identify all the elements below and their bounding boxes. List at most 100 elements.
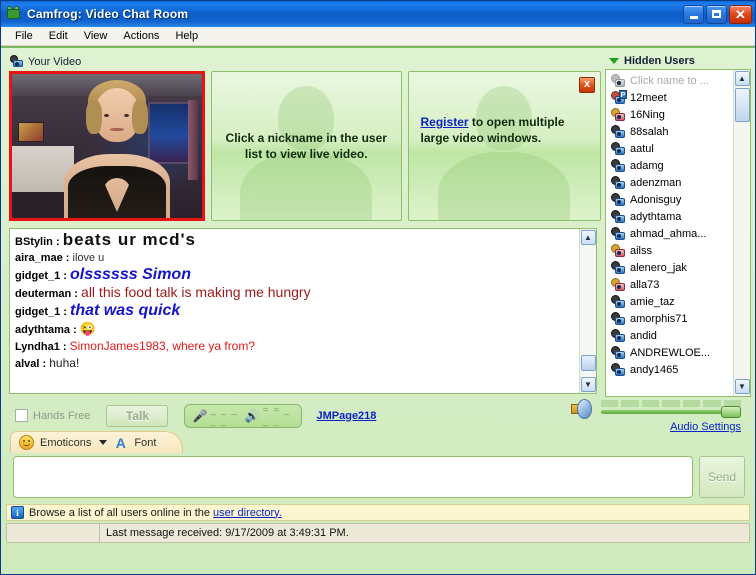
volume-speaker-icon[interactable] — [571, 398, 593, 419]
person-silhouette-icon-2 — [429, 86, 579, 220]
user-directory-link[interactable]: user directory. — [213, 507, 282, 519]
info-bar-text: Browse a list of all users online in the… — [29, 507, 282, 519]
user-gold-icon — [611, 107, 626, 122]
chevron-down-icon[interactable] — [99, 440, 108, 445]
audio-toolbar: Hands Free Talk 🎤 _ _ _ _ _ 🔊 = = _ _ _ … — [5, 397, 751, 433]
list-item[interactable]: P 12meet — [608, 89, 733, 106]
list-item[interactable]: ailss — [608, 242, 733, 259]
user-icon — [611, 345, 626, 360]
video-placeholder-1[interactable]: Click a nickname in the user list to vie… — [211, 71, 402, 221]
chat-nick[interactable]: BStylin — [15, 236, 53, 248]
maximize-button[interactable] — [706, 4, 727, 24]
client-area: Your Video Click a nickname in the user … — [1, 46, 755, 574]
my-video-label: Your Video — [28, 55, 82, 68]
video-placeholder-2-text: Register to open multiple large video wi… — [409, 114, 600, 146]
hands-free-checkbox[interactable]: Hands Free — [15, 409, 90, 422]
user-pro-icon: P — [611, 89, 627, 105]
user-gold-icon — [611, 277, 626, 292]
chat-log[interactable]: BStylin : beats ur mcd's aira_mae : ilov… — [10, 229, 579, 393]
chat-scroll-thumb[interactable] — [581, 355, 596, 371]
scroll-up-icon[interactable]: ▲ — [580, 230, 596, 245]
minimize-button[interactable] — [683, 4, 704, 24]
user-list-scroll-thumb[interactable] — [735, 88, 750, 122]
format-toolbar: Emoticons A Font — [5, 431, 751, 453]
chat-text: all this food talk is making me hungry — [81, 284, 311, 300]
list-item[interactable]: ahmad_ahma... — [608, 225, 733, 242]
smiley-icon[interactable] — [19, 435, 34, 450]
emoticons-label[interactable]: Emoticons — [40, 437, 91, 449]
font-a-icon[interactable]: A — [113, 436, 128, 450]
video-placeholder-2[interactable]: x Register to open multiple large video … — [407, 71, 601, 221]
list-item-label: alla73 — [630, 278, 660, 291]
font-label[interactable]: Font — [134, 437, 156, 449]
audio-meters: 🎤 _ _ _ _ _ 🔊 = = _ _ _ — [184, 403, 303, 428]
register-link[interactable]: Register — [421, 115, 469, 129]
volume-thumb[interactable] — [721, 405, 741, 418]
list-item[interactable]: Adonisguy — [608, 191, 733, 208]
hands-free-label: Hands Free — [33, 409, 91, 422]
volume-slider[interactable] — [601, 399, 741, 418]
list-item[interactable]: amorphis71 — [608, 310, 733, 327]
chat-nick[interactable]: adythtama — [15, 324, 70, 336]
list-item[interactable]: 16Ning — [608, 106, 733, 123]
scroll-down-icon[interactable]: ▼ — [734, 379, 750, 394]
chat-nick[interactable]: deuterman — [15, 288, 71, 300]
scroll-up-icon[interactable]: ▲ — [734, 71, 750, 86]
volume-track[interactable] — [601, 409, 735, 414]
list-item[interactable]: alenero_jak — [608, 259, 733, 276]
own-nickname-link[interactable]: JMPage218 — [316, 410, 376, 422]
list-item-label: andid — [630, 329, 657, 342]
hidden-users-header[interactable]: Hidden Users — [605, 52, 751, 69]
list-item[interactable]: ANDREWLOE... — [608, 344, 733, 361]
chat-nick[interactable]: Lyndha1 — [15, 341, 60, 353]
list-item-label: ahmad_ahma... — [630, 227, 707, 240]
talk-button[interactable]: Talk — [106, 404, 169, 427]
chevron-down-icon[interactable] — [609, 57, 619, 64]
list-item[interactable]: adamg — [608, 157, 733, 174]
menu-file[interactable]: File — [7, 28, 41, 44]
menu-view[interactable]: View — [76, 28, 116, 44]
user-list-scrollbar[interactable]: ▲ ▼ — [733, 70, 750, 396]
upper-region: Your Video Click a nickname in the user … — [5, 52, 751, 397]
chat-nick[interactable]: alval — [15, 358, 39, 370]
my-video-label-row: Your Video — [9, 54, 205, 69]
user-icon — [611, 294, 626, 309]
scroll-down-icon[interactable]: ▼ — [580, 377, 596, 392]
chat-message: gidget_1 : that was quick — [15, 302, 181, 319]
send-button[interactable]: Send — [699, 456, 745, 498]
list-item-label: Adonisguy — [630, 193, 682, 206]
chat-scrollbar[interactable]: ▲ ▼ — [579, 229, 596, 393]
my-video-feed[interactable] — [9, 71, 205, 221]
close-icon[interactable]: x — [579, 77, 595, 93]
volume-ticks — [601, 399, 741, 407]
message-input[interactable] — [13, 456, 693, 498]
chat-nick[interactable]: gidget_1 — [15, 270, 60, 282]
list-item-label: adenzman — [630, 176, 682, 189]
checkbox-icon[interactable] — [15, 409, 28, 422]
list-item[interactable]: andid — [608, 327, 733, 344]
list-item[interactable]: andy1465 — [608, 361, 733, 378]
list-item[interactable]: aatul — [608, 140, 733, 157]
list-item[interactable]: adenzman — [608, 174, 733, 191]
menu-actions[interactable]: Actions — [115, 28, 167, 44]
list-item[interactable]: adythtama — [608, 208, 733, 225]
chat-text: beats ur mcd's — [62, 230, 196, 249]
user-icon — [611, 311, 626, 326]
list-item[interactable]: alla73 — [608, 276, 733, 293]
list-item-label: adamg — [630, 159, 664, 172]
menubar: File Edit View Actions Help — [1, 27, 755, 46]
chat-text: that was quick — [70, 302, 181, 319]
list-item[interactable]: 88salah — [608, 123, 733, 140]
menu-help[interactable]: Help — [167, 28, 206, 44]
list-item-label: 12meet — [630, 91, 667, 104]
chat-nick[interactable]: aira_mae — [15, 252, 63, 264]
list-item[interactable]: amie_taz — [608, 293, 733, 310]
menu-edit[interactable]: Edit — [41, 28, 76, 44]
chat-nick[interactable]: gidget_1 — [15, 306, 60, 318]
format-tab: Emoticons A Font — [10, 431, 184, 453]
close-button[interactable]: ✕ — [729, 4, 752, 24]
list-item-label: aatul — [630, 142, 654, 155]
user-icon — [611, 260, 626, 275]
info-text: Browse a list of all users online in the — [29, 506, 214, 519]
titlebar: Camfrog: Video Chat Room ✕ — [1, 1, 755, 27]
